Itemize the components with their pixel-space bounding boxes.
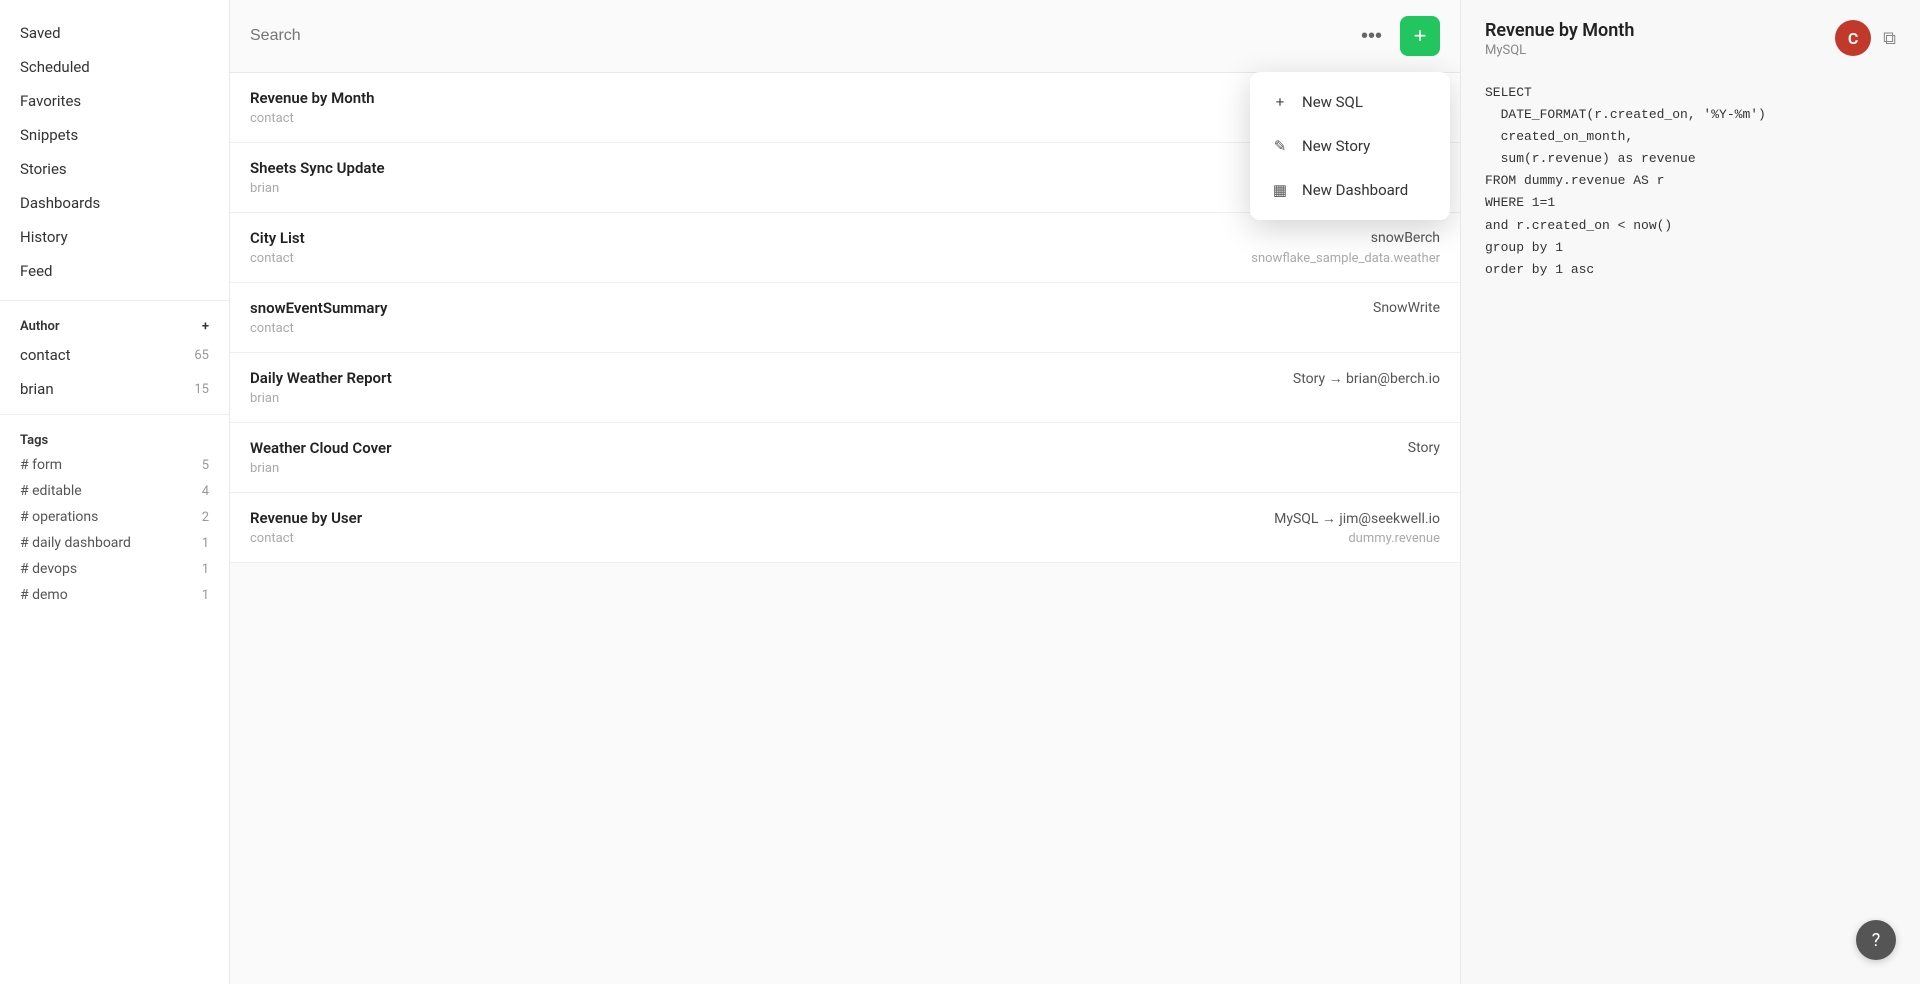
query-name: Weather Cloud Cover — [250, 439, 392, 457]
query-item[interactable]: Weather Cloud Cover Story brian — [230, 423, 1460, 493]
search-bar: ••• + — [230, 0, 1460, 73]
sidebar-item-stories[interactable]: Stories — [0, 152, 229, 186]
sidebar-item-saved[interactable]: Saved — [0, 16, 229, 50]
search-input[interactable] — [250, 27, 1353, 45]
query-type: Story — [1408, 440, 1440, 456]
sidebar-divider-1 — [0, 300, 229, 301]
code-block: SELECT DATE_FORMAT(r.created_on, '%Y-%m'… — [1461, 66, 1920, 984]
dropdown-menu: +New SQL✎New Story▦New Dashboard — [1250, 72, 1450, 220]
tag-item[interactable]: # editable4 — [0, 478, 229, 504]
query-name: Sheets Sync Update — [250, 159, 385, 177]
author-items: contact65brian15 — [0, 338, 229, 406]
query-type: SnowWrite — [1373, 300, 1440, 316]
query-sub-left: brian — [250, 461, 279, 476]
author-item-contact[interactable]: contact65 — [0, 338, 229, 372]
sidebar-item-snippets[interactable]: Snippets — [0, 118, 229, 152]
tag-items: # form5# editable4# operations2# daily d… — [0, 452, 229, 608]
query-sub-left: contact — [250, 251, 294, 266]
query-sub-left: contact — [250, 321, 294, 336]
dropdown-item-new-sql[interactable]: +New SQL — [1250, 80, 1450, 124]
query-name: Daily Weather Report — [250, 369, 392, 387]
external-link-icon[interactable]: ⧉ — [1883, 28, 1896, 49]
sidebar: SavedScheduledFavoritesSnippetsStoriesDa… — [0, 0, 230, 984]
search-actions: ••• + — [1353, 16, 1440, 56]
right-panel-subtitle: MySQL — [1485, 43, 1634, 58]
sidebar-nav: SavedScheduledFavoritesSnippetsStoriesDa… — [0, 16, 229, 288]
query-name: Revenue by User — [250, 509, 362, 527]
sidebar-item-favorites[interactable]: Favorites — [0, 84, 229, 118]
query-sub-left: contact — [250, 111, 294, 126]
right-panel-header: Revenue by Month MySQL C ⧉ — [1461, 0, 1920, 66]
query-name: snowEventSummary — [250, 299, 387, 317]
query-sub-right: snowflake_sample_data.weather — [1251, 251, 1440, 266]
query-sub-right: dummy.revenue — [1348, 531, 1440, 546]
sidebar-item-dashboards[interactable]: Dashboards — [0, 186, 229, 220]
add-author-icon[interactable]: + — [202, 319, 209, 334]
right-panel: Revenue by Month MySQL C ⧉ SELECT DATE_F… — [1460, 0, 1920, 984]
query-sub-left: contact — [250, 531, 294, 546]
author-item-brian[interactable]: brian15 — [0, 372, 229, 406]
tag-item[interactable]: # operations2 — [0, 504, 229, 530]
query-item[interactable]: Daily Weather Report Story → brian@berch… — [230, 353, 1460, 423]
tags-section-title: Tags — [0, 423, 229, 452]
dropdown-icon: ✎ — [1270, 136, 1290, 156]
avatar: C — [1835, 20, 1871, 56]
sidebar-divider-2 — [0, 414, 229, 415]
tag-item[interactable]: # demo1 — [0, 582, 229, 608]
query-name: City List — [250, 229, 305, 247]
query-item[interactable]: Revenue by User MySQL → jim@seekwell.io … — [230, 493, 1460, 563]
sidebar-item-history[interactable]: History — [0, 220, 229, 254]
sidebar-item-feed[interactable]: Feed — [0, 254, 229, 288]
right-panel-info: Revenue by Month MySQL — [1485, 20, 1634, 58]
main-content: ••• + +New SQL✎New Story▦New Dashboard R… — [230, 0, 1460, 984]
dropdown-icon: ▦ — [1270, 180, 1290, 200]
sidebar-item-scheduled[interactable]: Scheduled — [0, 50, 229, 84]
tag-item[interactable]: # devops1 — [0, 556, 229, 582]
right-panel-actions: C ⧉ — [1835, 20, 1896, 56]
dropdown-item-new-story[interactable]: ✎New Story — [1250, 124, 1450, 168]
query-sub-left: brian — [250, 181, 279, 196]
author-section-title: Author + — [0, 309, 229, 338]
right-panel-title: Revenue by Month — [1485, 20, 1634, 41]
query-item[interactable]: City List snowBerch contact snowflake_sa… — [230, 213, 1460, 283]
more-button[interactable]: ••• — [1353, 21, 1390, 52]
help-button[interactable]: ? — [1856, 920, 1896, 960]
query-type: snowBerch — [1371, 230, 1440, 246]
add-button[interactable]: + — [1400, 16, 1440, 56]
dropdown-item-new-dashboard[interactable]: ▦New Dashboard — [1250, 168, 1450, 212]
query-sub-left: brian — [250, 391, 279, 406]
query-item[interactable]: snowEventSummary SnowWrite contact — [230, 283, 1460, 353]
tag-item[interactable]: # daily dashboard1 — [0, 530, 229, 556]
query-name: Revenue by Month — [250, 89, 374, 107]
query-type: Story → brian@berch.io — [1293, 370, 1440, 387]
query-type: MySQL → jim@seekwell.io — [1274, 510, 1440, 527]
tag-item[interactable]: # form5 — [0, 452, 229, 478]
dropdown-icon: + — [1270, 92, 1290, 112]
